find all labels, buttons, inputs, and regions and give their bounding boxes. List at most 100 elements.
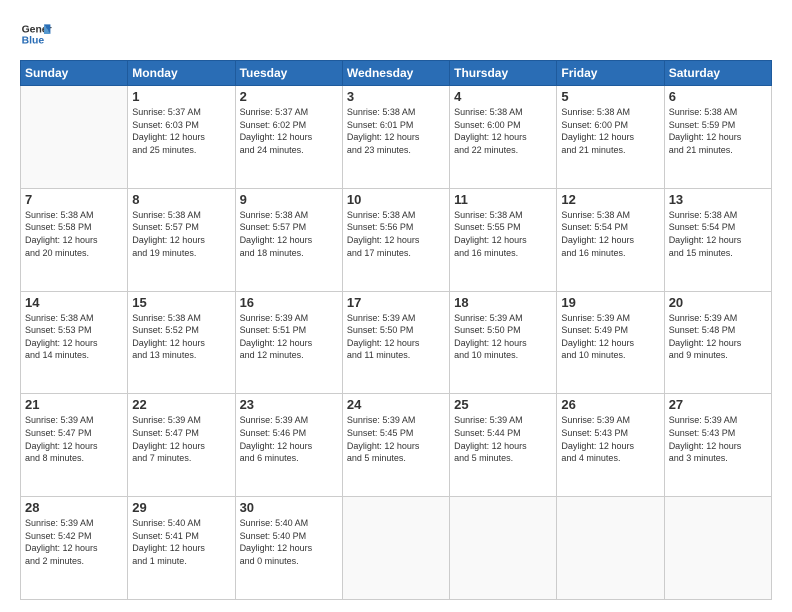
day-info: Sunrise: 5:38 AM Sunset: 5:59 PM Dayligh…	[669, 106, 767, 156]
day-info: Sunrise: 5:37 AM Sunset: 6:03 PM Dayligh…	[132, 106, 230, 156]
calendar-cell: 5 Sunrise: 5:38 AM Sunset: 6:00 PM Daylig…	[557, 86, 664, 189]
day-info: Sunrise: 5:39 AM Sunset: 5:51 PM Dayligh…	[240, 312, 338, 362]
day-number: 30	[240, 500, 338, 515]
day-number: 9	[240, 192, 338, 207]
calendar-cell: 6 Sunrise: 5:38 AM Sunset: 5:59 PM Daylig…	[664, 86, 771, 189]
day-info: Sunrise: 5:37 AM Sunset: 6:02 PM Dayligh…	[240, 106, 338, 156]
day-number: 12	[561, 192, 659, 207]
calendar-cell: 4 Sunrise: 5:38 AM Sunset: 6:00 PM Daylig…	[450, 86, 557, 189]
day-number: 20	[669, 295, 767, 310]
week-row-1: 1 Sunrise: 5:37 AM Sunset: 6:03 PM Daylig…	[21, 86, 772, 189]
calendar-cell: 13 Sunrise: 5:38 AM Sunset: 5:54 PM Dayli…	[664, 188, 771, 291]
calendar-cell	[450, 497, 557, 600]
logo: General Blue	[20, 18, 52, 50]
weekday-header-monday: Monday	[128, 61, 235, 86]
weekday-header-saturday: Saturday	[664, 61, 771, 86]
day-info: Sunrise: 5:38 AM Sunset: 5:56 PM Dayligh…	[347, 209, 445, 259]
day-number: 7	[25, 192, 123, 207]
logo-icon: General Blue	[20, 18, 52, 50]
day-number: 5	[561, 89, 659, 104]
calendar-cell: 3 Sunrise: 5:38 AM Sunset: 6:01 PM Daylig…	[342, 86, 449, 189]
day-number: 3	[347, 89, 445, 104]
day-number: 2	[240, 89, 338, 104]
week-row-3: 14 Sunrise: 5:38 AM Sunset: 5:53 PM Dayli…	[21, 291, 772, 394]
day-info: Sunrise: 5:38 AM Sunset: 5:54 PM Dayligh…	[669, 209, 767, 259]
day-info: Sunrise: 5:38 AM Sunset: 5:57 PM Dayligh…	[240, 209, 338, 259]
day-number: 17	[347, 295, 445, 310]
day-info: Sunrise: 5:39 AM Sunset: 5:43 PM Dayligh…	[669, 414, 767, 464]
calendar-cell: 12 Sunrise: 5:38 AM Sunset: 5:54 PM Dayli…	[557, 188, 664, 291]
day-number: 28	[25, 500, 123, 515]
day-number: 27	[669, 397, 767, 412]
day-info: Sunrise: 5:38 AM Sunset: 6:01 PM Dayligh…	[347, 106, 445, 156]
calendar-cell: 24 Sunrise: 5:39 AM Sunset: 5:45 PM Dayli…	[342, 394, 449, 497]
calendar-cell: 21 Sunrise: 5:39 AM Sunset: 5:47 PM Dayli…	[21, 394, 128, 497]
day-info: Sunrise: 5:38 AM Sunset: 5:52 PM Dayligh…	[132, 312, 230, 362]
day-info: Sunrise: 5:39 AM Sunset: 5:44 PM Dayligh…	[454, 414, 552, 464]
calendar-cell: 19Sunrise: 5:39 AM Sunset: 5:49 PM Dayli…	[557, 291, 664, 394]
day-number: 29	[132, 500, 230, 515]
week-row-4: 21 Sunrise: 5:39 AM Sunset: 5:47 PM Dayli…	[21, 394, 772, 497]
day-number: 4	[454, 89, 552, 104]
day-info: Sunrise: 5:39 AM Sunset: 5:45 PM Dayligh…	[347, 414, 445, 464]
calendar-cell	[664, 497, 771, 600]
calendar-cell: 25 Sunrise: 5:39 AM Sunset: 5:44 PM Dayli…	[450, 394, 557, 497]
day-number: 21	[25, 397, 123, 412]
day-info: Sunrise: 5:40 AM Sunset: 5:41 PM Dayligh…	[132, 517, 230, 567]
calendar-cell	[342, 497, 449, 600]
weekday-header-sunday: Sunday	[21, 61, 128, 86]
day-info: Sunrise: 5:38 AM Sunset: 5:58 PM Dayligh…	[25, 209, 123, 259]
calendar-cell: 22 Sunrise: 5:39 AM Sunset: 5:47 PM Dayli…	[128, 394, 235, 497]
day-number: 8	[132, 192, 230, 207]
calendar-cell: 16Sunrise: 5:39 AM Sunset: 5:51 PM Dayli…	[235, 291, 342, 394]
calendar-cell: 18 Sunrise: 5:39 AM Sunset: 5:50 PM Dayli…	[450, 291, 557, 394]
calendar-cell: 9 Sunrise: 5:38 AM Sunset: 5:57 PM Daylig…	[235, 188, 342, 291]
calendar-cell: 10 Sunrise: 5:38 AM Sunset: 5:56 PM Dayli…	[342, 188, 449, 291]
day-info: Sunrise: 5:38 AM Sunset: 5:54 PM Dayligh…	[561, 209, 659, 259]
day-number: 14	[25, 295, 123, 310]
day-info: Sunrise: 5:38 AM Sunset: 6:00 PM Dayligh…	[561, 106, 659, 156]
day-number: 22	[132, 397, 230, 412]
calendar-cell: 11Sunrise: 5:38 AM Sunset: 5:55 PM Dayli…	[450, 188, 557, 291]
day-info: Sunrise: 5:40 AM Sunset: 5:40 PM Dayligh…	[240, 517, 338, 567]
day-info: Sunrise: 5:39 AM Sunset: 5:46 PM Dayligh…	[240, 414, 338, 464]
calendar-cell: 8 Sunrise: 5:38 AM Sunset: 5:57 PM Daylig…	[128, 188, 235, 291]
day-info: Sunrise: 5:39 AM Sunset: 5:47 PM Dayligh…	[25, 414, 123, 464]
weekday-header-tuesday: Tuesday	[235, 61, 342, 86]
day-number: 18	[454, 295, 552, 310]
day-number: 13	[669, 192, 767, 207]
week-row-2: 7 Sunrise: 5:38 AM Sunset: 5:58 PM Daylig…	[21, 188, 772, 291]
calendar-cell	[21, 86, 128, 189]
day-number: 26	[561, 397, 659, 412]
calendar-cell: 14 Sunrise: 5:38 AM Sunset: 5:53 PM Dayli…	[21, 291, 128, 394]
week-row-5: 28 Sunrise: 5:39 AM Sunset: 5:42 PM Dayli…	[21, 497, 772, 600]
day-info: Sunrise: 5:39 AM Sunset: 5:50 PM Dayligh…	[454, 312, 552, 362]
calendar-cell: 15 Sunrise: 5:38 AM Sunset: 5:52 PM Dayli…	[128, 291, 235, 394]
calendar-cell: 2 Sunrise: 5:37 AM Sunset: 6:02 PM Daylig…	[235, 86, 342, 189]
svg-text:Blue: Blue	[22, 36, 45, 47]
calendar-cell: 27 Sunrise: 5:39 AM Sunset: 5:43 PM Dayli…	[664, 394, 771, 497]
day-info: Sunrise: 5:38 AM Sunset: 5:57 PM Dayligh…	[132, 209, 230, 259]
calendar-table: SundayMondayTuesdayWednesdayThursdayFrid…	[20, 60, 772, 600]
day-number: 24	[347, 397, 445, 412]
day-info: Sunrise: 5:39 AM Sunset: 5:49 PM Dayligh…	[561, 312, 659, 362]
day-number: 10	[347, 192, 445, 207]
day-info: Sunrise: 5:38 AM Sunset: 5:53 PM Dayligh…	[25, 312, 123, 362]
day-number: 23	[240, 397, 338, 412]
day-number: 6	[669, 89, 767, 104]
day-info: Sunrise: 5:39 AM Sunset: 5:42 PM Dayligh…	[25, 517, 123, 567]
day-info: Sunrise: 5:39 AM Sunset: 5:50 PM Dayligh…	[347, 312, 445, 362]
day-info: Sunrise: 5:39 AM Sunset: 5:43 PM Dayligh…	[561, 414, 659, 464]
day-number: 25	[454, 397, 552, 412]
calendar-cell: 17 Sunrise: 5:39 AM Sunset: 5:50 PM Dayli…	[342, 291, 449, 394]
day-number: 1	[132, 89, 230, 104]
day-info: Sunrise: 5:39 AM Sunset: 5:47 PM Dayligh…	[132, 414, 230, 464]
day-number: 11	[454, 192, 552, 207]
day-info: Sunrise: 5:38 AM Sunset: 6:00 PM Dayligh…	[454, 106, 552, 156]
calendar-cell	[557, 497, 664, 600]
day-number: 15	[132, 295, 230, 310]
calendar-cell: 1 Sunrise: 5:37 AM Sunset: 6:03 PM Daylig…	[128, 86, 235, 189]
day-info: Sunrise: 5:39 AM Sunset: 5:48 PM Dayligh…	[669, 312, 767, 362]
weekday-header-row: SundayMondayTuesdayWednesdayThursdayFrid…	[21, 61, 772, 86]
weekday-header-wednesday: Wednesday	[342, 61, 449, 86]
